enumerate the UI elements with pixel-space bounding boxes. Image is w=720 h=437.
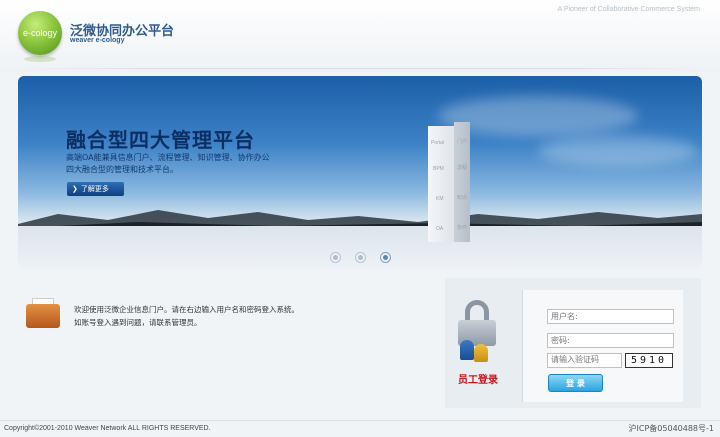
tower-label: 门户 bbox=[457, 139, 468, 145]
tagline: A Pioneer of Collaborative Commerce Syst… bbox=[557, 6, 700, 13]
chevron-right-icon: ❯ bbox=[72, 185, 78, 193]
cloud bbox=[538, 136, 698, 166]
verification-code-input[interactable]: 请输入验证码 bbox=[547, 353, 622, 368]
tower-label: OA bbox=[436, 226, 444, 232]
banner-description: 高端OA能兼具信息门户、流程管理、知识管理、协作办公 四大融合型的管理和技术平台… bbox=[66, 152, 306, 176]
welcome-line: 如账号登入遇到问题，请联系管理员。 bbox=[74, 318, 202, 327]
header-divider bbox=[14, 68, 706, 69]
login-button[interactable]: 登 录 bbox=[548, 374, 603, 392]
login-divider bbox=[522, 290, 523, 402]
tower-label: BPM bbox=[433, 166, 444, 172]
logo-reflection bbox=[24, 56, 56, 62]
welcome-line: 欢迎使用泛微企业信息门户。请在右边输入用户名和密码登入系统。 bbox=[74, 305, 299, 314]
username-input[interactable] bbox=[547, 309, 674, 324]
slide-indicators bbox=[330, 252, 391, 263]
user-figure-yellow bbox=[474, 344, 488, 362]
platform-tower: Portal 门户 BPM 流程 KM 知识 OA 协作 bbox=[428, 122, 472, 242]
verification-code-placeholder: 请输入验证码 bbox=[551, 355, 599, 364]
footer-divider bbox=[0, 420, 720, 421]
logo-text: e-cology bbox=[22, 28, 58, 38]
tower-label: 知识 bbox=[457, 195, 468, 201]
welcome-message: 欢迎使用泛微企业信息门户。请在右边输入用户名和密码登入系统。 如账号登入遇到问题… bbox=[74, 303, 414, 329]
tower-label: 协作 bbox=[457, 225, 468, 231]
slide-dot-3[interactable] bbox=[380, 252, 391, 263]
lock-users-icon bbox=[458, 300, 496, 364]
staff-login-title: 员工登录 bbox=[458, 375, 498, 386]
brand-subtitle: weaver e-cology bbox=[70, 37, 125, 44]
logo[interactable]: e-cology bbox=[18, 11, 62, 55]
banner-title: 融合型四大管理平台 bbox=[66, 128, 255, 152]
slide-dot-1[interactable] bbox=[330, 252, 341, 263]
copyright: Copyright©2001-2010 Weaver Network ALL R… bbox=[4, 425, 211, 432]
slide-dot-2[interactable] bbox=[355, 252, 366, 263]
briefcase-icon bbox=[26, 298, 60, 328]
learn-more-label: 了解更多 bbox=[80, 185, 109, 193]
banner-description-line: 高端OA能兼具信息门户、流程管理、知识管理、协作办公 bbox=[66, 153, 270, 162]
header: e-cology 泛微协同办公平台 weaver e-cology A Pion… bbox=[0, 0, 720, 72]
ground bbox=[18, 226, 702, 270]
briefcase-body bbox=[26, 304, 60, 328]
tower-label: KM bbox=[436, 196, 444, 202]
icp-number: 沪ICP备05040488号-1 bbox=[628, 424, 714, 433]
tower-label: 流程 bbox=[457, 165, 468, 171]
banner-description-line: 四大融合型的管理和技术平台。 bbox=[66, 165, 178, 174]
password-input[interactable] bbox=[547, 333, 674, 348]
user-figure-blue bbox=[460, 340, 474, 360]
tower-label: Portal bbox=[431, 140, 445, 146]
captcha-image[interactable]: 5910 bbox=[625, 353, 673, 368]
learn-more-button[interactable]: ❯ 了解更多 bbox=[67, 182, 124, 196]
lock-shackle bbox=[465, 300, 489, 322]
banner: 融合型四大管理平台 高端OA能兼具信息门户、流程管理、知识管理、协作办公 四大融… bbox=[18, 76, 702, 270]
